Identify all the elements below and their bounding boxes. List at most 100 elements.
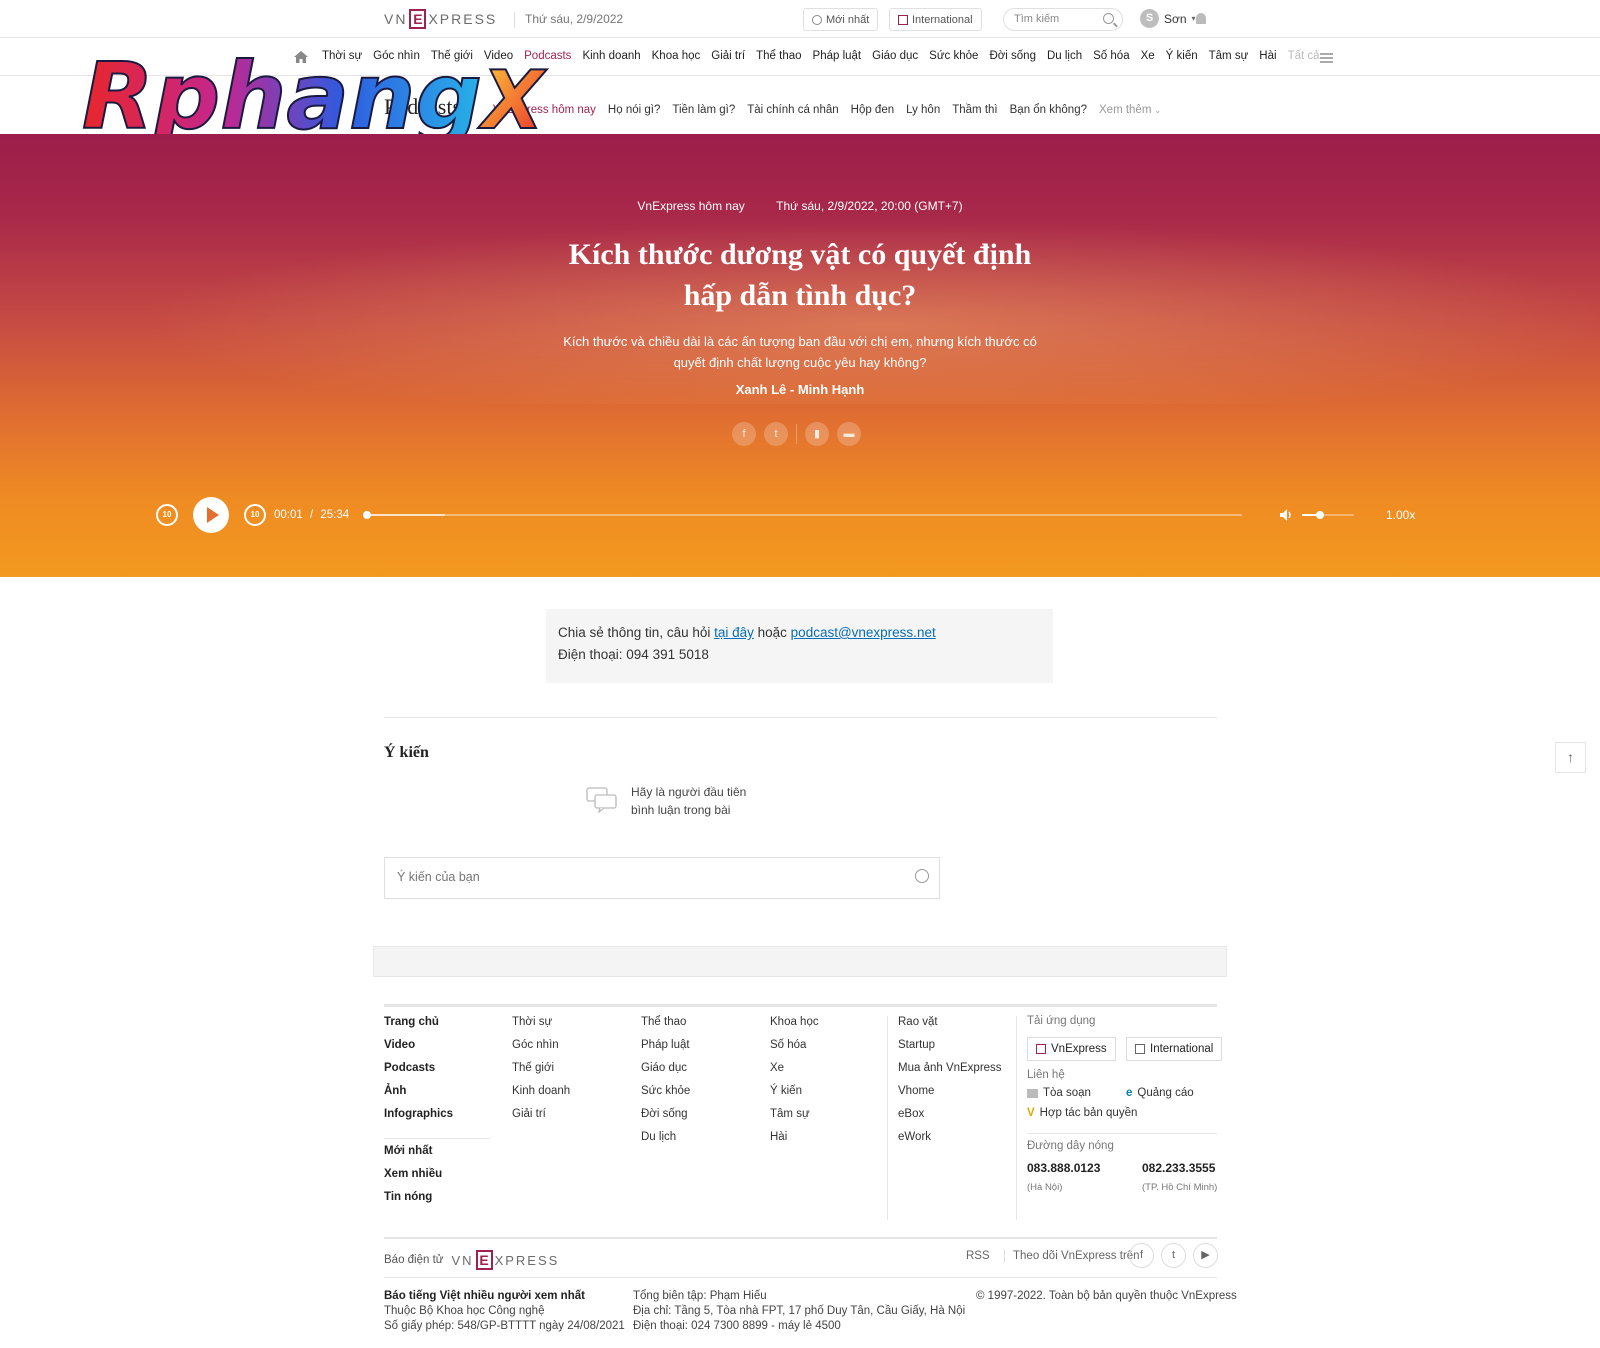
main-nav-item[interactable]: Thời sự [322, 50, 362, 62]
main-nav-item[interactable]: Kinh doanh [582, 50, 640, 62]
subnav-item[interactable]: VnExpress hôm nay [493, 104, 596, 116]
rss-link[interactable]: RSS [966, 1250, 990, 1262]
footer-link[interactable]: Startup [898, 1039, 1002, 1062]
comment-input[interactable]: Ý kiến của bạn [384, 857, 940, 899]
footer-link[interactable]: Mới nhất [384, 1145, 442, 1168]
footer-link[interactable]: eWork [898, 1131, 1002, 1154]
play-button[interactable] [193, 497, 229, 533]
home-icon[interactable] [294, 51, 308, 63]
search-icon[interactable] [1103, 13, 1114, 24]
copyright-coop-link[interactable]: V Hợp tác bản quyền [1027, 1107, 1137, 1119]
main-nav-item[interactable]: Hài [1259, 50, 1276, 62]
subnav-item[interactable]: Họ nói gì? [608, 104, 660, 116]
progress-slider[interactable] [362, 511, 1242, 519]
footer-link[interactable]: Video [384, 1039, 453, 1062]
footer-link[interactable]: Infographics [384, 1108, 453, 1131]
contact-here-link[interactable]: tại đây [714, 625, 754, 640]
main-nav-item[interactable]: Tâm sự [1209, 50, 1249, 62]
main-nav-item[interactable]: Xe [1141, 50, 1155, 62]
subnav-item[interactable]: Thầm thì [952, 104, 997, 116]
footer-link[interactable]: Pháp luật [641, 1039, 690, 1062]
footer-link[interactable]: Du lịch [641, 1131, 690, 1154]
hotline-hcm[interactable]: 082.233.3555 [1142, 1161, 1215, 1175]
main-nav-item[interactable]: Du lịch [1047, 50, 1082, 62]
footer-vnexpress-logo[interactable]: VN E XPRESS [452, 1250, 560, 1270]
playback-speed[interactable]: 1.00x [1386, 508, 1415, 522]
footer-link[interactable]: Sức khỏe [641, 1085, 690, 1108]
main-nav-item[interactable]: Góc nhìn [373, 50, 420, 62]
main-nav-item[interactable]: Podcasts [524, 50, 571, 62]
rewind-10-icon[interactable]: 10 [156, 504, 178, 526]
twitter-icon[interactable]: t [764, 422, 788, 446]
user-menu[interactable]: S Sơn ▾ [1140, 9, 1196, 28]
section-title[interactable]: Podcasts [384, 94, 461, 120]
bookmark-icon[interactable]: ▮ [805, 422, 829, 446]
subnav-item[interactable]: Hộp đen [851, 104, 894, 116]
footer-link[interactable]: Giáo dục [641, 1062, 690, 1085]
main-nav-item[interactable]: Khoa học [652, 50, 701, 62]
vnexpress-logo[interactable]: VN E XPRESS [384, 9, 497, 29]
main-nav-item[interactable]: Video [484, 50, 513, 62]
subnav-item[interactable]: Xem thêm ⌄ [1099, 104, 1161, 116]
footer-link[interactable]: Ảnh [384, 1085, 453, 1108]
international-button[interactable]: International [889, 8, 982, 31]
facebook-icon[interactable]: f [1129, 1243, 1154, 1268]
hero-category[interactable]: VnExpress hôm nay [637, 199, 744, 213]
subnav-item[interactable]: Tài chính cá nhân [747, 104, 838, 116]
latest-news-button[interactable]: Mới nhất [803, 8, 879, 31]
forward-10-icon[interactable]: 10 [244, 504, 266, 526]
footer-link[interactable]: Tin nóng [384, 1191, 442, 1214]
footer-link[interactable]: Giải trí [512, 1108, 570, 1131]
newsroom-link[interactable]: Tòa soạn [1027, 1087, 1091, 1099]
footer-link[interactable]: eBox [898, 1108, 1002, 1131]
progress-handle[interactable] [362, 511, 371, 519]
footer-link[interactable]: Vhome [898, 1085, 1002, 1108]
search-input[interactable]: Tìm kiếm [1003, 8, 1123, 31]
main-nav-item[interactable]: Ý kiến [1166, 50, 1198, 62]
footer-link[interactable]: Rao vặt [898, 1016, 1002, 1039]
subnav-item[interactable]: Bạn ổn không? [1010, 104, 1087, 116]
facebook-icon[interactable]: f [732, 422, 756, 446]
scroll-top-button[interactable]: ↑ [1555, 742, 1586, 773]
footer-link[interactable]: Số hóa [770, 1039, 819, 1062]
comment-icon[interactable]: ▬ [837, 422, 861, 446]
footer-link[interactable]: Đời sống [641, 1108, 690, 1131]
ads-link[interactable]: e Quảng cáo [1126, 1087, 1194, 1099]
main-nav-item[interactable]: Số hóa [1093, 50, 1129, 62]
youtube-icon[interactable]: ▶ [1193, 1243, 1218, 1268]
footer-link[interactable]: Hài [770, 1131, 819, 1154]
bell-icon[interactable] [1196, 13, 1206, 24]
volume-handle[interactable] [1316, 511, 1325, 519]
main-nav-item[interactable]: Giải trí [711, 50, 745, 62]
contact-email-link[interactable]: podcast@vnexpress.net [791, 625, 936, 640]
app-international-button[interactable]: International [1126, 1037, 1223, 1061]
main-nav-item[interactable]: Tất cả [1288, 50, 1320, 62]
twitter-icon[interactable]: t [1161, 1243, 1186, 1268]
footer-link[interactable]: Xem nhiều [384, 1168, 442, 1191]
main-nav-item[interactable]: Thể thao [756, 50, 801, 62]
app-vnexpress-button[interactable]: VnExpress [1027, 1037, 1116, 1061]
subnav-item[interactable]: Tiền làm gì? [672, 104, 735, 116]
menu-icon[interactable] [1320, 53, 1333, 63]
footer-link[interactable]: Tâm sự [770, 1108, 819, 1131]
volume-icon[interactable] [1280, 509, 1294, 521]
footer-link[interactable]: Trang chủ [384, 1016, 453, 1039]
subnav-item[interactable]: Ly hôn [906, 104, 940, 116]
main-nav-item[interactable]: Sức khỏe [929, 50, 978, 62]
main-nav-item[interactable]: Pháp luật [813, 50, 862, 62]
volume-slider[interactable] [1302, 511, 1354, 519]
footer-link[interactable]: Ý kiến [770, 1085, 819, 1108]
footer-link[interactable]: Thế giới [512, 1062, 570, 1085]
footer-link[interactable]: Thời sự [512, 1016, 570, 1039]
footer-link[interactable]: Kinh doanh [512, 1085, 570, 1108]
footer-link[interactable]: Xe [770, 1062, 819, 1085]
footer-link[interactable]: Podcasts [384, 1062, 453, 1085]
main-nav-item[interactable]: Đời sống [989, 50, 1036, 62]
emoji-icon[interactable] [915, 869, 929, 883]
footer-link[interactable]: Khoa học [770, 1016, 819, 1039]
footer-link[interactable]: Mua ảnh VnExpress [898, 1062, 1002, 1085]
main-nav-item[interactable]: Giáo dục [872, 50, 918, 62]
main-nav-item[interactable]: Thế giới [431, 50, 473, 62]
footer-link[interactable]: Thể thao [641, 1016, 690, 1039]
hotline-hanoi[interactable]: 083.888.0123 [1027, 1161, 1100, 1175]
